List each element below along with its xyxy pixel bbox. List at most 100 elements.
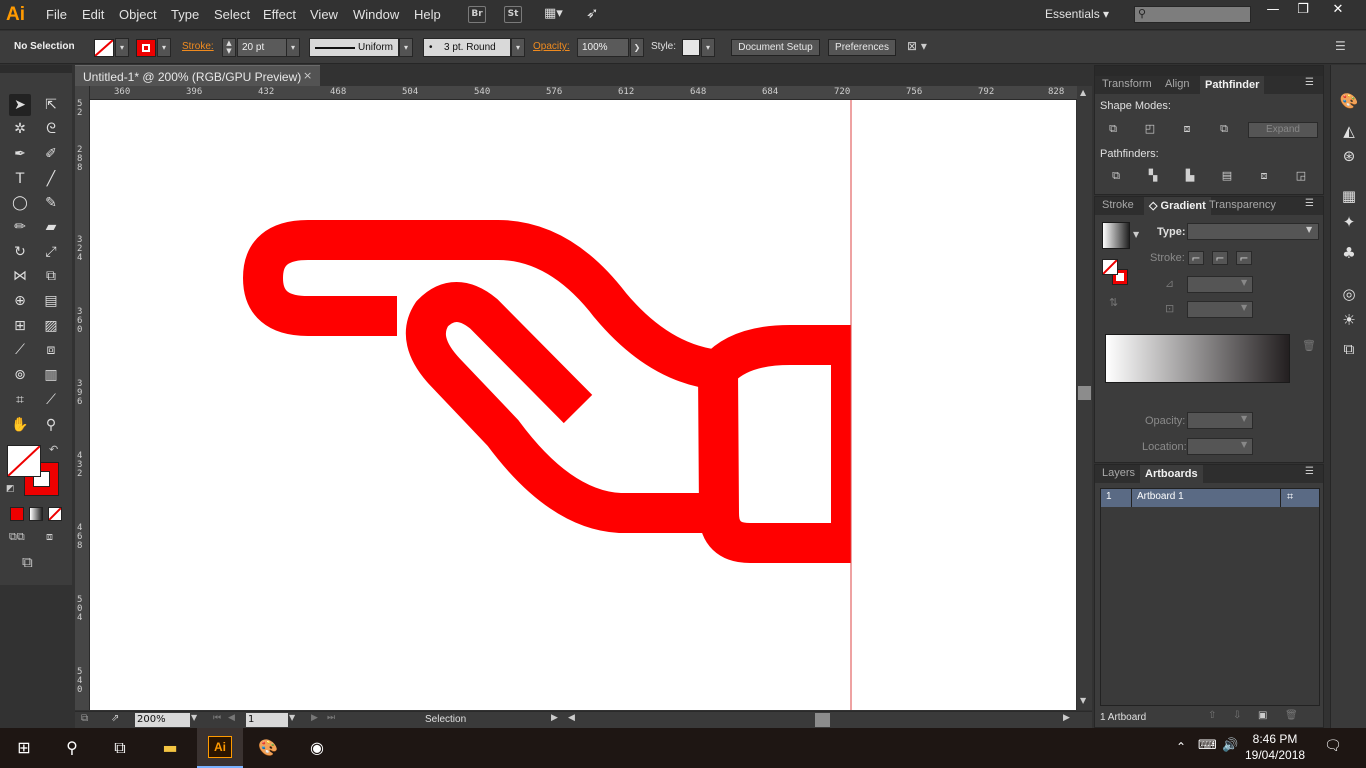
fill-swatch[interactable] xyxy=(94,39,114,57)
close-document-icon[interactable]: × xyxy=(303,69,312,82)
menu-edit[interactable]: Edit xyxy=(82,7,104,22)
scroll-up-icon[interactable]: ▲ xyxy=(1080,88,1086,97)
stroke-along-icon[interactable]: ⌐ xyxy=(1212,251,1228,265)
move-down-icon[interactable]: ⇩ xyxy=(1233,710,1241,721)
menu-object[interactable]: Object xyxy=(119,7,157,22)
stroke-within-icon[interactable]: ⌐ xyxy=(1188,251,1204,265)
control-bar-menu-icon[interactable]: ☰ xyxy=(1335,39,1346,53)
file-explorer-icon[interactable]: ▬ xyxy=(158,736,182,760)
brushes-icon[interactable]: ✦ xyxy=(1338,211,1360,233)
color-guide-icon[interactable]: ◭ xyxy=(1338,120,1360,142)
delete-artboard-icon[interactable]: 🗑 xyxy=(1285,710,1298,721)
brush-definition[interactable]: • 3 pt. Round xyxy=(423,38,511,57)
scroll-left-icon[interactable]: ◀ xyxy=(568,713,575,723)
eyedropper-tool-icon[interactable]: ⟋ xyxy=(9,339,31,361)
hand-artwork[interactable] xyxy=(90,100,1076,710)
vertical-scroll-thumb[interactable] xyxy=(1078,386,1091,400)
graphic-styles-icon[interactable]: ☀ xyxy=(1338,309,1360,331)
outline-icon[interactable]: ⧈ xyxy=(1256,169,1272,183)
gradient-fill-indicator[interactable] xyxy=(1102,259,1118,275)
screen-mode-icon[interactable]: ⧉ xyxy=(22,553,33,571)
direct-selection-tool-icon[interactable]: ⇱ xyxy=(40,94,62,116)
panel-menu-icon[interactable]: ☰ xyxy=(1305,77,1314,88)
artboard-row[interactable]: 1 Artboard 1 ⌗ xyxy=(1101,489,1319,507)
scale-tool-icon[interactable]: ⤢ xyxy=(40,241,62,263)
expand-button[interactable]: Expand xyxy=(1248,122,1318,138)
opacity-field[interactable]: 100% xyxy=(577,38,629,57)
tab-pathfinder[interactable]: Pathfinder xyxy=(1200,76,1265,94)
pen-tool-icon[interactable]: ✒ xyxy=(9,143,31,165)
previous-artboard-icon[interactable]: ◀ xyxy=(228,713,235,723)
volume-icon[interactable]: 🔊 xyxy=(1222,738,1238,753)
stroke-across-icon[interactable]: ⌐ xyxy=(1236,251,1252,265)
artboard-canvas[interactable] xyxy=(90,100,1076,710)
restore-button[interactable]: ❐ xyxy=(1289,2,1317,20)
column-graph-tool-icon[interactable]: ▥ xyxy=(40,364,62,386)
delete-stop-icon[interactable]: 🗑 xyxy=(1302,339,1316,352)
move-up-icon[interactable]: ⇧ xyxy=(1208,710,1216,721)
arrange-documents-icon[interactable]: ▦▾ xyxy=(544,6,570,23)
shape-builder-tool-icon[interactable]: ⊕ xyxy=(9,290,31,312)
gradient-preset-dropdown[interactable]: ▼ xyxy=(1133,230,1139,239)
status-menu-arrow[interactable]: ▶ xyxy=(551,713,558,723)
preferences-button[interactable]: Preferences xyxy=(828,39,896,56)
panel-menu-icon[interactable]: ☰ xyxy=(1305,198,1314,209)
paintbrush-tool-icon[interactable]: ✎ xyxy=(40,192,62,214)
tab-transparency[interactable]: Transparency xyxy=(1209,199,1276,211)
profile-dropdown[interactable]: ▾ xyxy=(399,38,413,57)
menu-select[interactable]: Select xyxy=(214,7,250,22)
stop-location-field[interactable]: ▼ xyxy=(1187,438,1253,455)
last-artboard-icon[interactable]: ⏭ xyxy=(327,713,335,723)
gpu-performance-icon[interactable]: ➶ xyxy=(586,4,606,24)
variable-width-profile[interactable]: Uniform xyxy=(309,38,399,57)
stroke-swatch[interactable] xyxy=(136,39,156,57)
tab-stroke[interactable]: Stroke xyxy=(1102,199,1134,211)
menu-effect[interactable]: Effect xyxy=(263,7,296,22)
curvature-tool-icon[interactable]: ✐ xyxy=(40,143,62,165)
task-view-icon[interactable]: ⧉ xyxy=(108,736,132,760)
menu-view[interactable]: View xyxy=(310,7,338,22)
scroll-down-icon[interactable]: ▼ xyxy=(1080,696,1086,705)
pencil-tool-icon[interactable]: ✏ xyxy=(9,216,31,238)
opacity-slider-toggle[interactable]: ❯ xyxy=(630,38,644,57)
artboard-number-field[interactable]: 1 xyxy=(246,713,288,727)
draw-inside-icon[interactable]: ⧈ xyxy=(46,530,53,544)
mesh-tool-icon[interactable]: ⊞ xyxy=(9,315,31,337)
fill-dropdown[interactable]: ▾ xyxy=(115,38,129,57)
scroll-right-icon[interactable]: ▶ xyxy=(1063,713,1070,723)
stock-button[interactable]: St xyxy=(504,6,522,23)
exclude-icon[interactable]: ⧉ xyxy=(1216,122,1232,136)
search-taskbar-icon[interactable]: ⚲ xyxy=(60,736,84,760)
symbols-icon[interactable]: ♣ xyxy=(1338,242,1360,264)
arrange-icon[interactable]: ⊠ ▾ xyxy=(907,39,927,53)
action-center-icon[interactable]: 🗨 xyxy=(1324,738,1342,754)
rotate-tool-icon[interactable]: ↻ xyxy=(9,241,31,263)
menu-help[interactable]: Help xyxy=(414,7,441,22)
none-mode-button[interactable] xyxy=(48,507,62,521)
eraser-tool-icon[interactable]: ▰ xyxy=(40,216,62,238)
width-tool-icon[interactable]: ⋈ xyxy=(9,265,31,287)
vertical-ruler[interactable]: 5 2 2 8 8 3 2 4 3 6 0 3 9 6 4 3 2 4 6 8 … xyxy=(75,86,90,710)
divide-icon[interactable]: ⧉ xyxy=(1108,169,1124,183)
merge-icon[interactable]: ▙ xyxy=(1182,169,1198,183)
gradient-mode-button[interactable] xyxy=(29,507,43,521)
close-window-button[interactable]: ✕ xyxy=(1324,2,1352,20)
artboard-options-icon[interactable]: ⌗ xyxy=(1287,490,1293,504)
blend-tool-icon[interactable]: ⧈ xyxy=(40,339,62,361)
horizontal-ruler[interactable]: 360 396 432 468 504 540 576 612 648 684 … xyxy=(90,86,1078,100)
network-icon[interactable]: ⌨ xyxy=(1198,738,1217,753)
slice-tool-icon[interactable]: ⟋ xyxy=(40,389,62,411)
chrome-icon[interactable]: ◉ xyxy=(305,736,329,760)
menu-file[interactable]: File xyxy=(46,7,67,22)
vertical-scrollbar[interactable]: ▲ ▼ xyxy=(1077,86,1092,710)
tab-artboards[interactable]: Artboards xyxy=(1140,465,1203,483)
first-artboard-icon[interactable]: ⏮ xyxy=(213,713,221,723)
artboard-dropdown[interactable]: ▼ xyxy=(289,713,295,722)
illustrator-taskbar-button[interactable]: Ai xyxy=(197,728,243,768)
menu-window[interactable]: Window xyxy=(353,7,399,22)
zoom-dropdown[interactable]: ▼ xyxy=(191,713,197,722)
angle-field[interactable]: ▼ xyxy=(1187,276,1253,293)
gradient-preview-swatch[interactable] xyxy=(1102,222,1130,249)
line-segment-tool-icon[interactable]: ╱ xyxy=(40,168,62,190)
bridge-button[interactable]: Br xyxy=(468,6,486,23)
